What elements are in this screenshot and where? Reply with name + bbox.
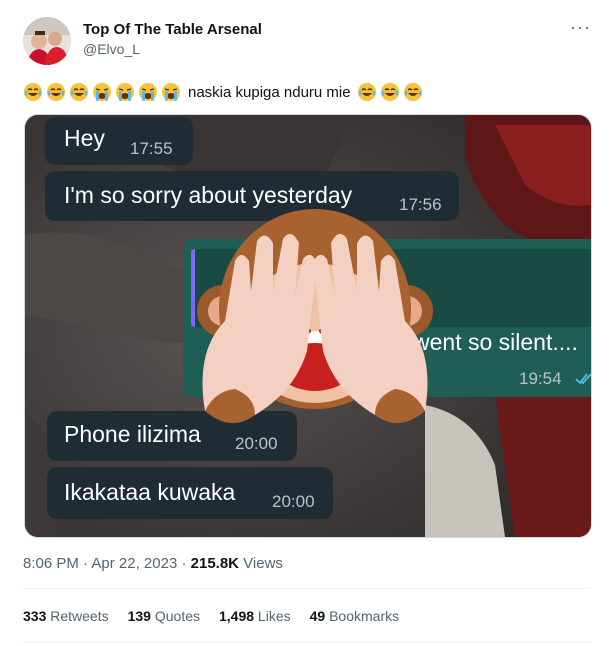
message-time: 20:00 <box>235 434 278 453</box>
avatar[interactable] <box>23 17 71 65</box>
message-text: went so silent.... <box>413 329 578 355</box>
retweets-stat[interactable]: 333 Retweets <box>23 608 109 624</box>
more-options-icon[interactable]: ··· <box>570 17 591 38</box>
tears-of-joy-emoji-icon <box>70 83 88 101</box>
separator: · <box>177 555 191 572</box>
tears-of-joy-emoji-icon <box>403 83 422 101</box>
message-time: 20:00 <box>272 492 315 511</box>
message-text: Hey <box>64 125 105 151</box>
tears-of-joy-emoji-icon <box>357 83 376 101</box>
message-text: Ikakataa kuwaka <box>64 479 236 505</box>
quotes-label: Quotes <box>150 608 200 624</box>
bookmarks-label: Bookmarks <box>325 608 400 624</box>
loudly-crying-emoji-icon <box>93 83 111 101</box>
chat-message-incoming: Ikakataa kuwaka 20:00 <box>47 467 333 519</box>
tweet-media-image[interactable]: Hey 17:55 I'm so sorry about yesterday 1… <box>24 114 592 538</box>
quotes-stat[interactable]: 139 Quotes <box>128 608 200 624</box>
engagement-stats: 333 Retweets 139 Quotes 1,498 Likes 49 B… <box>23 608 418 624</box>
separator: · <box>78 555 92 572</box>
divider <box>23 588 591 589</box>
tears-of-joy-emoji-icon <box>24 83 42 101</box>
message-time: 19:54 <box>519 369 562 388</box>
quotes-count: 139 <box>127 608 151 624</box>
tweet-date[interactable]: Apr 22, 2023 <box>91 555 177 572</box>
tweet-time[interactable]: 8:06 PM <box>23 555 79 572</box>
views-count[interactable]: 215.8K <box>191 555 239 572</box>
likes-count: 1,498 <box>219 608 255 624</box>
bookmarks-count: 49 <box>309 608 326 624</box>
see-no-evil-monkey-icon <box>197 209 433 424</box>
views-label: Views <box>239 555 283 572</box>
author-handle[interactable]: @Elvo_L <box>83 41 140 57</box>
bookmarks-stat[interactable]: 49 Bookmarks <box>310 608 400 624</box>
tweet-timestamp[interactable]: 8:06 PM · Apr 22, 2023 · 215.8K Views <box>23 555 283 572</box>
retweets-label: Retweets <box>46 608 109 624</box>
likes-label: Likes <box>254 608 291 624</box>
double-check-icon <box>575 373 591 385</box>
loudly-crying-emoji-icon <box>162 83 180 101</box>
chat-message-incoming: Hey 17:55 <box>45 117 193 165</box>
likes-stat[interactable]: 1,498 Likes <box>219 608 291 624</box>
author-name[interactable]: Top Of The Table Arsenal <box>83 21 262 38</box>
tears-of-joy-emoji-icon <box>380 83 399 101</box>
tweet: Top Of The Table Arsenal @Elvo_L ··· nas… <box>0 0 614 646</box>
message-time: 17:55 <box>130 139 173 158</box>
loudly-crying-emoji-icon <box>139 83 157 101</box>
divider <box>23 642 591 643</box>
tears-of-joy-emoji-icon <box>47 83 65 101</box>
tweet-caption: naskia kupiga nduru mie <box>188 83 351 101</box>
tweet-text: naskia kupiga nduru mie <box>23 80 426 104</box>
loudly-crying-emoji-icon <box>116 83 134 101</box>
message-text: Phone ilizima <box>64 421 201 447</box>
retweets-count: 333 <box>23 608 47 624</box>
